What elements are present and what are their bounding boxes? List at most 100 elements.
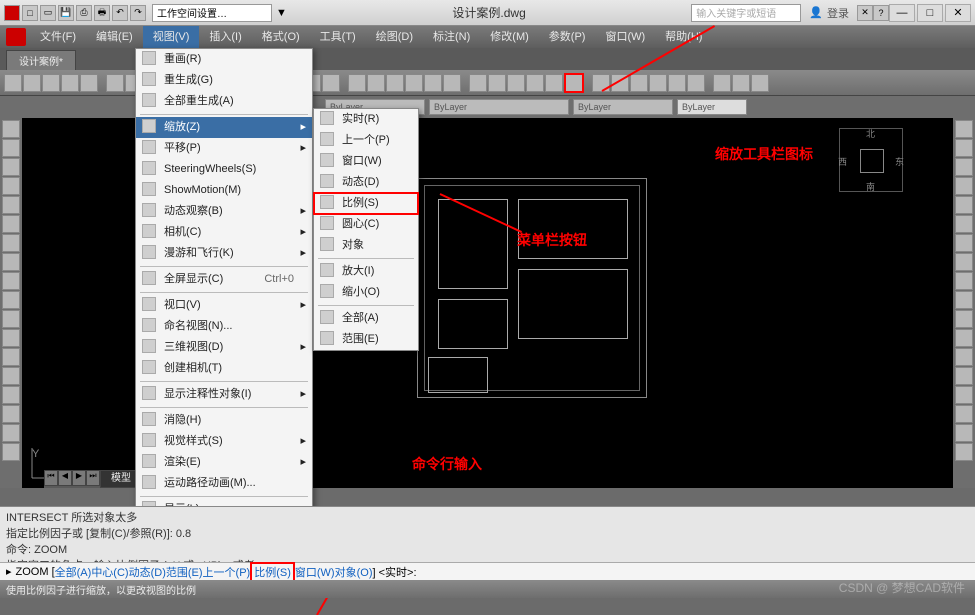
- tool-button[interactable]: [955, 177, 973, 195]
- tool-button[interactable]: [955, 386, 973, 404]
- menu-文件[interactable]: 文件(F): [30, 26, 86, 48]
- cmd-option[interactable]: 对象(O): [335, 564, 373, 580]
- menu-item-平移(P)[interactable]: 平移(P): [136, 138, 312, 159]
- cmd-option[interactable]: 窗口(W): [295, 564, 335, 580]
- menu-item-三维视图(D)[interactable]: 三维视图(D): [136, 337, 312, 358]
- menu-item-运动路径动画(M)...[interactable]: 运动路径动画(M)...: [136, 473, 312, 494]
- menu-item-相机(C)[interactable]: 相机(C): [136, 222, 312, 243]
- tool-button[interactable]: [2, 310, 20, 328]
- toolbar-button[interactable]: [545, 74, 563, 92]
- tool-button[interactable]: [2, 329, 20, 347]
- tool-button[interactable]: [2, 234, 20, 252]
- menu-item-重画(R)[interactable]: 重画(R): [136, 49, 312, 70]
- zoom-item-动态(D)[interactable]: 动态(D): [314, 172, 418, 193]
- menu-item-渲染(E)[interactable]: 渲染(E): [136, 452, 312, 473]
- search-input[interactable]: 输入关键字或短语: [691, 4, 801, 22]
- tool-button[interactable]: [2, 215, 20, 233]
- tab-first-icon[interactable]: ⏮: [44, 470, 58, 486]
- tool-button[interactable]: [955, 215, 973, 233]
- cmd-option[interactable]: 上一个(P): [203, 564, 251, 580]
- viewcube-top[interactable]: [860, 149, 884, 173]
- toolbar-button[interactable]: [469, 74, 487, 92]
- cmd-option[interactable]: 比例(S): [250, 562, 295, 582]
- toolbar-button[interactable]: [386, 74, 404, 92]
- tool-button[interactable]: [2, 367, 20, 385]
- tool-button[interactable]: [955, 120, 973, 138]
- cmd-option[interactable]: 全部(A): [55, 564, 92, 580]
- toolbar-button[interactable]: [751, 74, 769, 92]
- viewcube-west[interactable]: 西: [838, 155, 847, 168]
- menu-修改[interactable]: 修改(M): [480, 26, 539, 48]
- app-menu-icon[interactable]: [4, 5, 20, 21]
- menu-参数[interactable]: 参数(P): [539, 26, 596, 48]
- tool-button[interactable]: [955, 196, 973, 214]
- tool-button[interactable]: [955, 405, 973, 423]
- menu-item-视口(V)[interactable]: 视口(V): [136, 295, 312, 316]
- viewcube-north[interactable]: 北: [866, 127, 875, 140]
- plotstyle-control[interactable]: ByLayer: [677, 99, 747, 115]
- zoom-item-放大(I)[interactable]: 放大(I): [314, 261, 418, 282]
- tool-button[interactable]: [2, 348, 20, 366]
- tab-last-icon[interactable]: ⏭: [86, 470, 100, 486]
- maximize-button[interactable]: □: [917, 4, 943, 22]
- zoom-item-上一个(P)[interactable]: 上一个(P): [314, 130, 418, 151]
- viewcube[interactable]: 北 南 东 西: [839, 128, 903, 192]
- tool-button[interactable]: [2, 424, 20, 442]
- menu-标注[interactable]: 标注(N): [423, 26, 480, 48]
- toolbar-button[interactable]: [564, 73, 584, 93]
- zoom-item-对象[interactable]: 对象: [314, 235, 418, 256]
- menu-item-漫游和飞行(K)[interactable]: 漫游和飞行(K): [136, 243, 312, 264]
- menu-item-消隐(H)[interactable]: 消隐(H): [136, 410, 312, 431]
- tool-button[interactable]: [2, 443, 20, 461]
- toolbar-button[interactable]: [106, 74, 124, 92]
- exchange-icon[interactable]: ✕: [857, 5, 873, 21]
- menu-视图[interactable]: 视图(V): [143, 26, 200, 48]
- tool-button[interactable]: [2, 177, 20, 195]
- plot-icon[interactable]: 🖶: [94, 5, 110, 21]
- toolbar-button[interactable]: [322, 74, 340, 92]
- tab-prev-icon[interactable]: ◀: [58, 470, 72, 486]
- toolbar-button[interactable]: [526, 74, 544, 92]
- menu-格式[interactable]: 格式(O): [252, 26, 310, 48]
- tool-button[interactable]: [955, 367, 973, 385]
- menu-item-SteeringWheels(S)[interactable]: SteeringWheels(S): [136, 159, 312, 180]
- toolbar-button[interactable]: [80, 74, 98, 92]
- toolbar-button[interactable]: [630, 74, 648, 92]
- zoom-item-实时(R)[interactable]: 实时(R): [314, 109, 418, 130]
- tool-button[interactable]: [2, 386, 20, 404]
- toolbar-button[interactable]: [42, 74, 60, 92]
- menu-绘图[interactable]: 绘图(D): [366, 26, 423, 48]
- menu-item-全部重生成(A)[interactable]: 全部重生成(A): [136, 91, 312, 112]
- tab-next-icon[interactable]: ▶: [72, 470, 86, 486]
- toolbar-button[interactable]: [405, 74, 423, 92]
- toolbar-button[interactable]: [424, 74, 442, 92]
- tool-button[interactable]: [2, 253, 20, 271]
- tool-button[interactable]: [955, 424, 973, 442]
- tool-button[interactable]: [2, 158, 20, 176]
- toolbar-button[interactable]: [687, 74, 705, 92]
- command-line[interactable]: ▸ ZOOM [全部(A) 中心(C) 动态(D) 范围(E) 上一个(P) 比…: [0, 562, 975, 580]
- toolbar-button[interactable]: [23, 74, 41, 92]
- tool-button[interactable]: [955, 329, 973, 347]
- zoom-item-全部(A)[interactable]: 全部(A): [314, 308, 418, 329]
- new-icon[interactable]: □: [22, 5, 38, 21]
- tool-button[interactable]: [955, 348, 973, 366]
- save-icon[interactable]: 💾: [58, 5, 74, 21]
- zoom-item-缩小(O)[interactable]: 缩小(O): [314, 282, 418, 303]
- cmd-option[interactable]: 范围(E): [166, 564, 203, 580]
- tool-button[interactable]: [955, 310, 973, 328]
- zoom-item-比例(S)[interactable]: 比例(S): [314, 193, 418, 214]
- viewcube-east[interactable]: 东: [895, 155, 904, 168]
- toolbar-button[interactable]: [649, 74, 667, 92]
- tool-button[interactable]: [2, 139, 20, 157]
- menu-item-全屏显示(C)[interactable]: 全屏显示(C)Ctrl+0: [136, 269, 312, 290]
- menu-item-ShowMotion(M)[interactable]: ShowMotion(M): [136, 180, 312, 201]
- redo-icon[interactable]: ↷: [130, 5, 146, 21]
- menu-item-命名视图(N)...[interactable]: 命名视图(N)...: [136, 316, 312, 337]
- toolbar-button[interactable]: [507, 74, 525, 92]
- menu-item-显示注释性对象(I)[interactable]: 显示注释性对象(I): [136, 384, 312, 405]
- help-icon[interactable]: ?: [873, 5, 889, 21]
- zoom-item-圆心(C)[interactable]: 圆心(C): [314, 214, 418, 235]
- login-button[interactable]: 👤 登录: [809, 5, 849, 21]
- tool-button[interactable]: [2, 272, 20, 290]
